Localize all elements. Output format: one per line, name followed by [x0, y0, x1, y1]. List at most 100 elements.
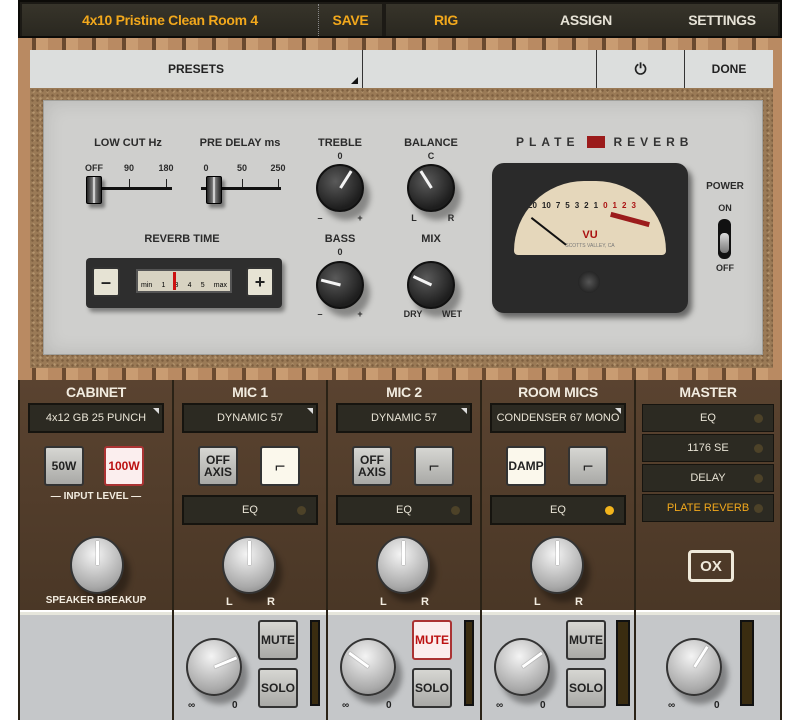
done-button[interactable]: DONE	[685, 50, 773, 88]
master-strip: MASTER EQ 1176 SE DELAY PLATE REVERB OX …	[634, 380, 782, 720]
high-pass-icon: ⌐	[582, 456, 594, 476]
room-pan-knob[interactable]	[530, 536, 584, 594]
100w-button[interactable]: 100W	[104, 446, 144, 486]
tick	[129, 179, 130, 187]
reverb-time-control: – + min 1 3 4 5 max	[86, 258, 282, 308]
mic1-solo-button[interactable]: SOLO	[258, 668, 298, 708]
ox-logo[interactable]: OX	[688, 550, 734, 582]
pan-r-label: R	[421, 596, 429, 608]
room-model-dropdown[interactable]: CONDENSER 67 MONO	[490, 403, 626, 433]
vu-tick: 2	[584, 201, 589, 210]
mic2-eq-button[interactable]: EQ	[336, 495, 472, 525]
max-label: +	[357, 213, 363, 223]
cabinet-model-dropdown[interactable]: 4x12 GB 25 PUNCH	[28, 403, 164, 433]
save-button[interactable]: SAVE	[318, 4, 382, 36]
power-toggle[interactable]	[718, 219, 731, 259]
tick-label: 180	[158, 163, 174, 173]
power-button[interactable]: ⏻	[597, 50, 685, 88]
vu-tick: 3	[631, 201, 636, 210]
vu-face: 20 10 7 5 3 2 1 0123 VU SCOTTS VALLEY, CA	[514, 181, 666, 255]
bass-knob[interactable]	[316, 261, 364, 309]
reverb-time-scale: min 1 3 4 5 max	[136, 269, 232, 293]
mic2-solo-button[interactable]: SOLO	[412, 668, 452, 708]
balance-center: C	[427, 151, 435, 161]
low-cut-slider[interactable]	[86, 176, 102, 204]
reverb-time-label: REVERB TIME	[144, 233, 220, 245]
presets-label: PRESETS	[167, 62, 224, 76]
logo-badge	[587, 136, 606, 148]
fx-led	[754, 414, 763, 423]
mic1-volume-knob[interactable]	[186, 638, 242, 696]
plate-reverb-panel: LOW CUT Hz OFF 90 180 PRE DELAY ms 0 50 …	[43, 100, 763, 355]
mic1-model-dropdown[interactable]: DYNAMIC 57	[182, 403, 318, 433]
room-eq-button[interactable]: EQ	[490, 495, 626, 525]
input-level-text: INPUT LEVEL	[63, 491, 129, 502]
mix-label: MIX	[421, 233, 441, 245]
preset-name[interactable]: 4x10 Pristine Clean Room 4	[22, 4, 318, 36]
room-solo-button[interactable]: SOLO	[566, 668, 606, 708]
vol-max-label: 0	[714, 700, 720, 711]
eq-label: EQ	[242, 504, 258, 516]
mic2-pan-knob[interactable]	[376, 536, 430, 594]
master-fx-delay[interactable]: DELAY	[642, 464, 774, 492]
room-volume-knob[interactable]	[494, 638, 550, 696]
pan-l-label: L	[534, 596, 541, 608]
mic1-lowcut-button[interactable]: ⌐	[260, 446, 300, 486]
vu-adjust-screw[interactable]	[578, 271, 600, 293]
tick-label: 0	[203, 163, 209, 173]
master-fx-1176[interactable]: 1176 SE	[642, 434, 774, 462]
tab-rig[interactable]: RIG	[386, 4, 506, 36]
eq-label: EQ	[396, 504, 412, 516]
fx-label: DELAY	[690, 472, 726, 484]
master-volume-knob[interactable]	[666, 638, 722, 696]
scale-label: 1	[161, 282, 166, 289]
tab-settings[interactable]: SETTINGS	[666, 4, 778, 36]
pre-delay-slider[interactable]	[206, 176, 222, 204]
mic2-volume-knob[interactable]	[340, 638, 396, 696]
mic2-off-axis-button[interactable]: OFF AXIS	[352, 446, 392, 486]
knob-pointer	[692, 645, 709, 668]
eq-label: EQ	[550, 504, 566, 516]
eq-led	[605, 506, 614, 515]
balance-knob[interactable]	[407, 164, 455, 212]
room-level-meter	[616, 620, 630, 706]
room-damp-button[interactable]: DAMP	[506, 446, 546, 486]
mic1-pan-knob[interactable]	[222, 536, 276, 594]
high-pass-icon: ⌐	[274, 456, 286, 476]
mic2-lowcut-button[interactable]: ⌐	[414, 446, 454, 486]
room-lowcut-button[interactable]: ⌐	[568, 446, 608, 486]
max-label: R	[447, 213, 455, 223]
fx-led	[754, 504, 763, 513]
cabinet-title: CABINET	[65, 384, 127, 400]
mic1-eq-button[interactable]: EQ	[182, 495, 318, 525]
mic1-mute-button[interactable]: MUTE	[258, 620, 298, 660]
input-level-label: — INPUT LEVEL —	[50, 491, 142, 502]
mic2-model-dropdown[interactable]: DYNAMIC 57	[336, 403, 472, 433]
knob-pointer	[347, 651, 369, 669]
scale-label: min	[141, 282, 153, 289]
low-cut-label: LOW CUT Hz	[94, 137, 162, 149]
reverb-time-increase-button[interactable]: +	[246, 267, 274, 297]
pre-delay-label: PRE DELAY ms	[199, 137, 281, 149]
room-mute-button[interactable]: MUTE	[566, 620, 606, 660]
mix-knob[interactable]	[407, 261, 455, 309]
50w-button[interactable]: 50W	[44, 446, 84, 486]
vu-tick: 0	[603, 201, 608, 210]
vu-label: VU	[582, 229, 598, 241]
pan-l-label: L	[226, 596, 233, 608]
preset-bar-blank	[363, 50, 597, 88]
fx-label: EQ	[700, 412, 716, 424]
mic1-off-axis-button[interactable]: OFF AXIS	[198, 446, 238, 486]
master-fx-eq[interactable]: EQ	[642, 404, 774, 432]
mic2-mute-button[interactable]: MUTE	[412, 620, 452, 660]
tab-assign[interactable]: ASSIGN	[506, 4, 666, 36]
tick-label: 250	[270, 163, 286, 173]
master-fx-plate-reverb[interactable]: PLATE REVERB	[642, 494, 774, 522]
reverb-time-decrease-button[interactable]: –	[92, 267, 120, 297]
speaker-breakup-knob[interactable]	[70, 536, 124, 594]
vol-min-label: ∞	[496, 700, 504, 711]
presets-dropdown[interactable]: PRESETS	[30, 50, 363, 88]
mic1-level-meter	[310, 620, 320, 706]
master-level-meter	[740, 620, 754, 706]
treble-knob[interactable]	[316, 164, 364, 212]
